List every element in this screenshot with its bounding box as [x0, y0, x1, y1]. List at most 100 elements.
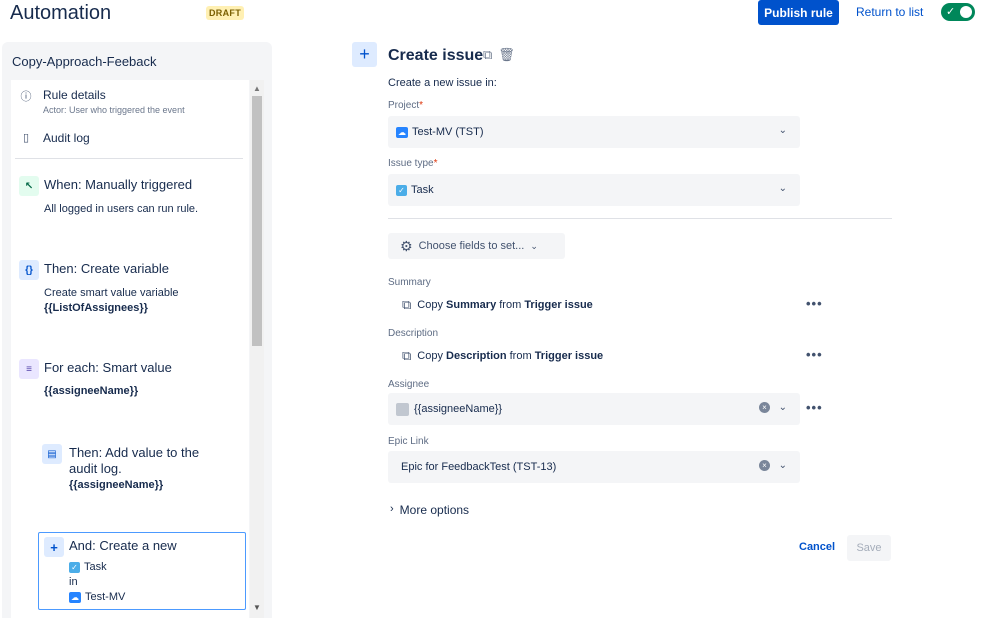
clear-icon[interactable]: ×: [759, 402, 770, 413]
chevron-down-icon: ⌄: [778, 183, 787, 194]
cancel-button[interactable]: Cancel: [799, 541, 835, 553]
rule-details-label: Rule details: [43, 88, 106, 102]
choose-fields-button[interactable]: ⚙ Choose fields to set... ⌄: [388, 233, 565, 259]
component-value: {{assigneeName}}: [69, 479, 164, 491]
scroll-thumb[interactable]: [252, 96, 262, 346]
from-text: from: [509, 350, 532, 362]
component-title: Then: Create variable: [44, 261, 170, 276]
info-icon: ⓘ: [20, 91, 32, 103]
component-title: And: Create a new: [69, 538, 177, 553]
epic-link-value: Epic for FeedbackTest (TST-13): [401, 461, 557, 473]
save-button[interactable]: Save: [847, 535, 891, 561]
issue-type-line: ✓ Task: [69, 560, 107, 575]
project-label: Project*: [388, 100, 423, 111]
assignee-value: {{assigneeName}}: [414, 403, 503, 415]
trigger-component[interactable]: ↖ When: Manually triggered All logged in…: [11, 174, 249, 224]
component-desc: Create smart value variable: [44, 287, 179, 299]
cloud-icon: ☁: [396, 126, 408, 138]
divider: [388, 218, 892, 219]
avatar: [396, 402, 409, 416]
page-title: Automation: [10, 2, 112, 24]
action-create-variable[interactable]: {} Then: Create variable Create smart va…: [11, 258, 249, 318]
task-icon: ✓: [396, 184, 407, 196]
project-line: ☁ Test-MV: [69, 590, 125, 605]
component-desc: All logged in users can run rule.: [44, 203, 199, 215]
from-text: from: [499, 299, 522, 311]
return-to-list-link[interactable]: Return to list: [856, 5, 923, 19]
rule-enabled-toggle[interactable]: ✓: [941, 3, 975, 21]
action-create-issue[interactable]: + And: Create a new ✓ Task in ☁ Test-MV: [38, 532, 246, 610]
copy-icon[interactable]: ⧉: [483, 47, 492, 63]
scroll-up-icon[interactable]: ▲: [253, 84, 261, 93]
component-value: {{ListOfAssignees}}: [44, 302, 148, 314]
action-audit-log[interactable]: ▤ Then: Add value to the audit log. {{as…: [11, 440, 249, 510]
toggle-knob: [960, 6, 972, 18]
issue-type-select[interactable]: ✓ Task ⌄: [388, 174, 800, 206]
chevron-down-icon: ⌄: [778, 460, 787, 471]
more-actions-icon[interactable]: •••: [806, 296, 823, 311]
issue-type-label-text: Issue type: [388, 158, 434, 169]
add-component-button[interactable]: +: [352, 42, 377, 67]
required-mark: *: [419, 100, 424, 111]
assignee-label: Assignee: [388, 379, 430, 390]
summary-label: Summary: [388, 277, 431, 288]
copy-text: Copy: [417, 350, 443, 362]
document-icon: ▯: [22, 132, 30, 144]
copy-icon: ⧉: [402, 348, 412, 363]
audit-log-icon: ▤: [42, 444, 62, 464]
sidebar-scrollbar[interactable]: ▲ ▼: [250, 80, 264, 618]
component-title-line2: audit log.: [69, 461, 122, 476]
branch-for-each[interactable]: ≡ For each: Smart value {{assigneeName}}: [11, 357, 249, 407]
component-title-line1: Then: Add value to the: [69, 445, 200, 460]
epic-link-select[interactable]: Epic for FeedbackTest (TST-13) × ⌄: [388, 451, 800, 483]
description-copy-field[interactable]: ⧉ Copy Description from Trigger issue: [402, 348, 603, 364]
scroll-down-icon[interactable]: ▼: [253, 603, 261, 612]
chevron-down-icon: ⌄: [778, 402, 787, 413]
issue-type-value: Task: [411, 184, 434, 196]
project-label-text: Project: [388, 100, 420, 111]
copy-icon: ⧉: [402, 297, 412, 312]
issue-type-text: Task: [84, 561, 107, 573]
more-actions-icon[interactable]: •••: [806, 400, 823, 415]
field-name: Summary: [446, 299, 497, 311]
task-icon: ✓: [69, 561, 80, 573]
issue-type-label: Issue type*: [388, 158, 438, 169]
check-icon: ✓: [946, 6, 956, 18]
divider: [15, 158, 243, 159]
rule-name[interactable]: Copy-Approach-Feeback: [12, 54, 157, 69]
more-actions-icon[interactable]: •••: [806, 347, 823, 362]
audit-log-label: Audit log: [43, 131, 90, 145]
required-mark: *: [433, 158, 438, 169]
chevron-right-icon: ›: [390, 503, 394, 515]
clear-icon[interactable]: ×: [759, 460, 770, 471]
publish-rule-button[interactable]: Publish rule: [758, 0, 839, 25]
rule-details-item[interactable]: ⓘ Rule details Actor: User who triggered…: [19, 88, 185, 115]
chevron-down-icon: ⌄: [530, 240, 538, 251]
form-subtitle: Create a new issue in:: [388, 77, 497, 89]
list-icon: ≡: [19, 359, 39, 379]
assignee-select[interactable]: {{assigneeName}} × ⌄: [388, 393, 800, 425]
actor-text: Actor: User who triggered the event: [43, 105, 185, 115]
summary-copy-field[interactable]: ⧉ Copy Summary from Trigger issue: [402, 297, 593, 313]
project-text: Test-MV: [85, 591, 126, 603]
rule-component-list: ⓘ Rule details Actor: User who triggered…: [11, 80, 249, 618]
in-text: in: [69, 576, 78, 588]
epic-link-label: Epic Link: [388, 436, 429, 447]
component-value: {{assigneeName}}: [44, 385, 139, 397]
project-select[interactable]: ☁ Test-MV (TST) ⌄: [388, 116, 800, 148]
more-options-toggle[interactable]: › More options: [390, 503, 469, 517]
component-title: For each: Smart value: [44, 360, 172, 375]
copy-text: Copy: [417, 299, 443, 311]
form-title: Create issue: [388, 47, 484, 64]
project-value: Test-MV (TST): [412, 126, 484, 138]
source-name: Trigger issue: [534, 350, 604, 362]
braces-icon: {}: [19, 260, 39, 280]
description-label: Description: [388, 328, 439, 339]
trash-icon[interactable]: 🗑: [498, 47, 515, 63]
gear-icon: ⚙: [400, 237, 413, 254]
audit-log-item[interactable]: ▯ Audit log: [19, 131, 90, 145]
choose-fields-label: Choose fields to set...: [418, 240, 525, 252]
plus-icon: +: [44, 537, 64, 557]
rule-sidebar: Copy-Approach-Feeback ⓘ Rule details Act…: [2, 42, 272, 618]
field-name: Description: [446, 350, 507, 362]
